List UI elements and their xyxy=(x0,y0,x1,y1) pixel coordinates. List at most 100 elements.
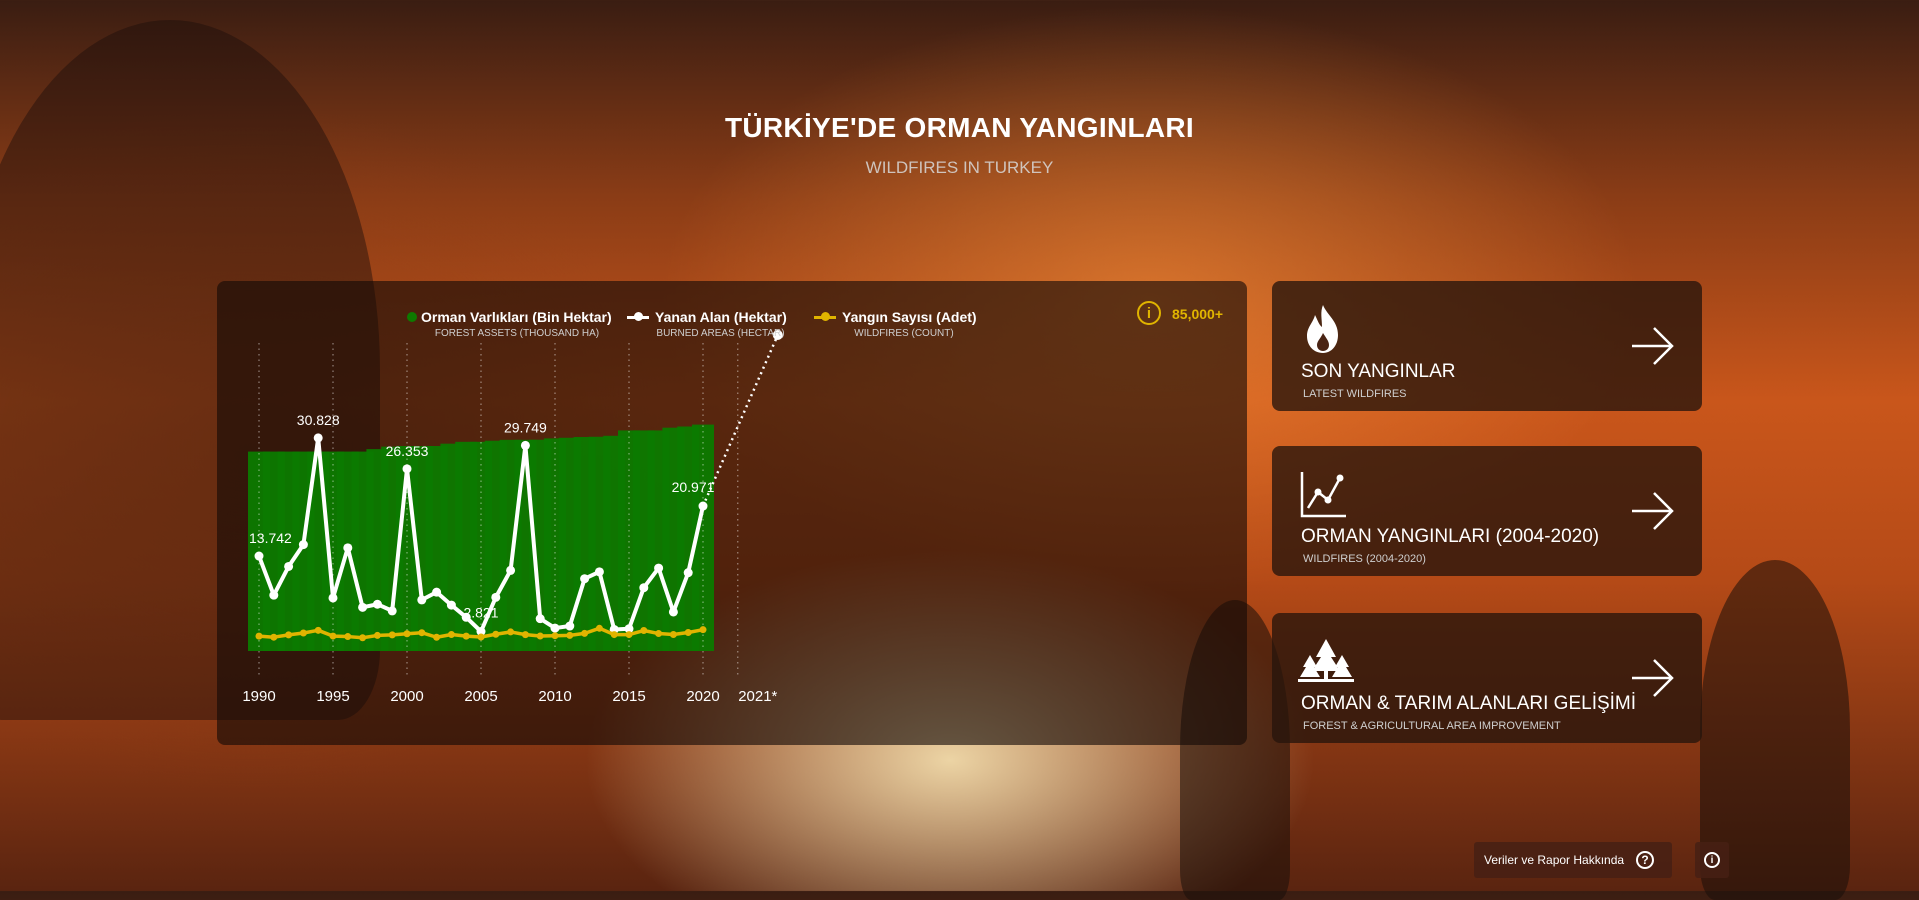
burned-area-point xyxy=(535,614,545,624)
legend-sub-count: WILDFIRES (COUNT) xyxy=(854,328,954,339)
wildfire-count-point xyxy=(655,630,663,638)
burned-area-point xyxy=(284,561,294,571)
about-label: Veriler ve Rapor Hakkında xyxy=(1484,853,1625,867)
burned-area-data-label: 30.828 xyxy=(297,412,340,428)
wildfire-count-point xyxy=(640,627,648,635)
wildfire-count-point xyxy=(418,629,426,637)
line-chart-icon xyxy=(1300,472,1346,518)
wildfire-count-point xyxy=(388,631,396,639)
wildfire-count-point xyxy=(566,631,574,639)
arrow-right-icon xyxy=(1632,327,1674,365)
wildfire-count-point xyxy=(669,631,677,639)
burned-area-data-label: 13.742 xyxy=(249,530,292,546)
burned-area-point xyxy=(358,602,368,612)
info-button[interactable]: i xyxy=(1695,842,1729,878)
x-tick-label: 2021* xyxy=(738,688,777,705)
info-circle-icon: i xyxy=(1704,852,1720,868)
burned-area-point xyxy=(506,565,516,575)
burned-area-point xyxy=(432,587,442,597)
burned-area-data-label: 29.749 xyxy=(504,419,547,435)
wildfire-count-point xyxy=(595,624,603,632)
card-title: ORMAN YANGINLARI (2004-2020) xyxy=(1301,526,1600,547)
burned-area-point xyxy=(446,600,456,610)
wildfire-count-point xyxy=(492,630,500,638)
x-tick-label: 2020 xyxy=(686,688,719,705)
burned-area-point xyxy=(639,583,649,593)
card-subtitle: LATEST WILDFIRES xyxy=(1303,388,1407,400)
wildfire-count-point xyxy=(359,634,367,642)
page-subtitle: WILDFIRES IN TURKEY xyxy=(865,158,1054,177)
legend-sub-burned: BURNED AREAS (HECTAR) xyxy=(656,328,785,339)
chart-panel: 1990 1995 2000 2005 2010 2015 2020 2021* 13.742 3… xyxy=(217,281,1247,745)
burned-area-point xyxy=(550,623,560,633)
card-forest-agri-improvement[interactable]: ORMAN & TARIM ALANLARI GELİŞİMİ FOREST &… xyxy=(1272,613,1702,743)
x-tick-label: 1990 xyxy=(242,688,275,705)
about-data-report-button[interactable]: Veriler ve Rapor Hakkında ? xyxy=(1474,842,1672,878)
burned-area-point xyxy=(269,590,279,600)
page-title: TÜRKİYE'DE ORMAN YANGINLARI xyxy=(724,112,1195,143)
card-subtitle: FOREST & AGRICULTURAL AREA IMPROVEMENT xyxy=(1303,720,1561,732)
wildfire-count-point xyxy=(344,633,352,641)
wildfire-count-point xyxy=(699,626,707,634)
burned-area-point xyxy=(668,607,678,617)
wildfire-count-point xyxy=(270,633,278,641)
wildfire-count-point xyxy=(462,632,470,640)
chart-svg: 1990 1995 2000 2005 2010 2015 2020 2021* 13.742 3… xyxy=(242,330,783,705)
wildfire-count-point xyxy=(373,631,381,639)
burned-area-point xyxy=(417,595,427,605)
wildfire-count-point xyxy=(521,631,529,639)
legend-marker-forest xyxy=(407,312,417,322)
legend-label-count: Yangın Sayısı (Adet) xyxy=(842,309,977,325)
wildfire-count-point xyxy=(329,632,337,640)
card-title: ORMAN & TARIM ALANLARI GELİŞİMİ xyxy=(1301,693,1637,714)
burned-area-point xyxy=(594,567,604,577)
x-tick-label: 2005 xyxy=(464,688,497,705)
x-tick-label: 2010 xyxy=(538,688,571,705)
burned-area-point xyxy=(402,464,412,474)
legend-marker-count xyxy=(814,312,836,322)
wildfire-count-point xyxy=(299,629,307,637)
wildfire-count-point xyxy=(433,633,441,641)
wildfire-count-point xyxy=(536,632,544,640)
arrow-right-icon xyxy=(1632,492,1674,530)
wildfire-count-point xyxy=(551,632,559,640)
legend-item-count[interactable]: Yangın Sayısı (Adet) WILDFIRES (COUNT) xyxy=(814,309,994,339)
legend-item-burned[interactable]: Yanan Alan (Hektar) BURNED AREAS (HECTAR… xyxy=(627,309,814,339)
chart-legend: Orman Varlıkları (Bin Hektar) FOREST ASS… xyxy=(407,309,994,339)
card-title: SON YANGINLAR xyxy=(1301,361,1456,382)
burned-area-point xyxy=(565,621,575,631)
burned-area-point xyxy=(313,433,323,443)
wildfire-count-point xyxy=(403,630,411,638)
card-wildfires-2004-2020[interactable]: ORMAN YANGINLARI (2004-2020) WILDFIRES (… xyxy=(1272,446,1702,576)
info-icon[interactable]: i xyxy=(1137,301,1161,325)
wildfire-count-point xyxy=(684,628,692,636)
legend-sub-forest: FOREST ASSETS (THOUSAND HA) xyxy=(434,328,600,339)
page-header: TÜRKİYE'DE ORMAN YANGINLARI WILDFIRES IN… xyxy=(0,112,1919,178)
wildfire-count-point xyxy=(477,633,485,641)
trees-icon xyxy=(1298,639,1354,682)
burned-area-point xyxy=(372,599,382,609)
legend-marker-burned xyxy=(627,312,649,322)
wildfire-count-point xyxy=(314,626,322,634)
burned-area-point xyxy=(491,592,501,602)
x-tick-label: 2000 xyxy=(390,688,423,705)
burned-area-point xyxy=(328,593,338,603)
burned-area-point xyxy=(343,543,353,553)
burned-area-point xyxy=(520,440,530,450)
help-icon: ? xyxy=(1636,851,1655,869)
burned-area-data-label: 20.971 xyxy=(672,479,715,495)
wildfire-count-point xyxy=(285,631,293,639)
legend-label-burned: Yanan Alan (Hektar) xyxy=(655,309,787,325)
burned-area-point xyxy=(387,606,397,616)
burned-area-point xyxy=(254,551,264,561)
burned-area-point xyxy=(683,568,693,578)
projection-label: 85,000+ xyxy=(1172,306,1223,322)
card-latest-wildfires[interactable]: SON YANGINLAR LATEST WILDFIRES xyxy=(1272,281,1702,411)
x-tick-label: 1995 xyxy=(316,688,349,705)
flame-icon xyxy=(1307,305,1338,353)
burned-area-point xyxy=(654,563,664,573)
legend-item-forest[interactable]: Orman Varlıkları (Bin Hektar) FOREST ASS… xyxy=(407,309,627,339)
burned-area-point xyxy=(580,574,590,584)
burned-area-point xyxy=(298,540,308,550)
burned-area-data-label: 2.821 xyxy=(463,605,498,621)
